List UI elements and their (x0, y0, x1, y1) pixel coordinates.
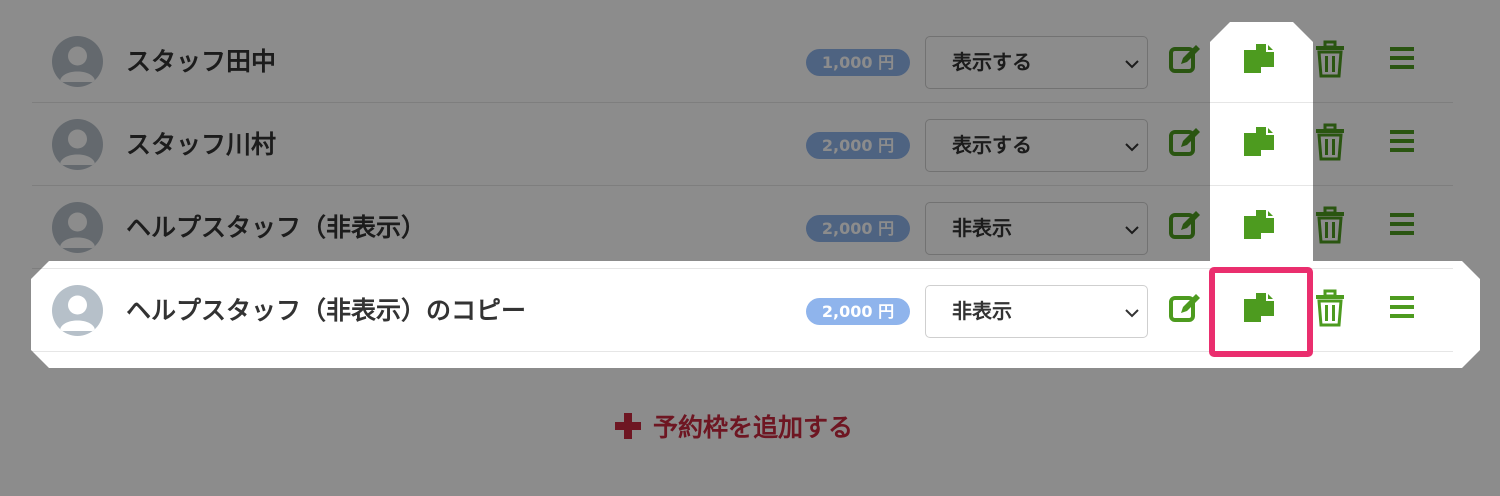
chevron-down-icon (1125, 60, 1139, 69)
price-badge: 1,000 円 (806, 49, 910, 76)
menu-icon[interactable] (1389, 128, 1415, 154)
staff-name: スタッフ田中 (126, 47, 277, 76)
copy-icon[interactable] (1241, 124, 1277, 160)
visibility-value: 非表示 (952, 216, 1012, 240)
visibility-select[interactable]: 表示する (925, 119, 1148, 172)
user-avatar-icon (52, 285, 103, 336)
trash-icon[interactable] (1313, 40, 1347, 78)
edit-icon[interactable] (1168, 125, 1202, 159)
staff-row: スタッフ川村 2,000 円 表示する (32, 103, 1453, 186)
trash-icon[interactable] (1313, 206, 1347, 244)
staff-name: ヘルプスタッフ（非表示）のコピー (126, 296, 527, 325)
visibility-select[interactable]: 非表示 (925, 285, 1148, 338)
chevron-down-icon (1125, 143, 1139, 152)
price-badge: 2,000 円 (806, 298, 910, 325)
edit-icon[interactable] (1168, 291, 1202, 325)
menu-icon[interactable] (1389, 294, 1415, 320)
visibility-value: 非表示 (952, 299, 1012, 323)
visibility-select[interactable]: 非表示 (925, 202, 1148, 255)
visibility-select[interactable]: 表示する (925, 36, 1148, 89)
price-badge: 2,000 円 (806, 215, 910, 242)
staff-row: スタッフ田中 1,000 円 表示する (32, 20, 1453, 103)
chevron-down-icon (1125, 309, 1139, 318)
staff-row: ヘルプスタッフ（非表示） 2,000 円 非表示 (32, 186, 1453, 269)
menu-icon[interactable] (1389, 211, 1415, 237)
trash-icon[interactable] (1313, 123, 1347, 161)
chevron-down-icon (1125, 226, 1139, 235)
edit-icon[interactable] (1168, 42, 1202, 76)
add-slot-button[interactable]: 予約枠を追加する (615, 404, 853, 448)
edit-icon[interactable] (1168, 208, 1202, 242)
user-avatar-icon (52, 119, 103, 170)
user-avatar-icon (52, 36, 103, 87)
visibility-value: 表示する (952, 50, 1032, 74)
copy-button-highlight (1209, 267, 1313, 357)
plus-icon (615, 413, 641, 439)
menu-icon[interactable] (1389, 45, 1415, 71)
user-avatar-icon (52, 202, 103, 253)
copy-icon[interactable] (1241, 41, 1277, 77)
visibility-value: 表示する (952, 133, 1032, 157)
staff-name: スタッフ川村 (126, 130, 277, 159)
trash-icon[interactable] (1313, 289, 1347, 327)
add-slot-label: 予約枠を追加する (653, 413, 854, 442)
price-badge: 2,000 円 (806, 132, 910, 159)
staff-name: ヘルプスタッフ（非表示） (126, 213, 427, 242)
copy-icon[interactable] (1241, 207, 1277, 243)
